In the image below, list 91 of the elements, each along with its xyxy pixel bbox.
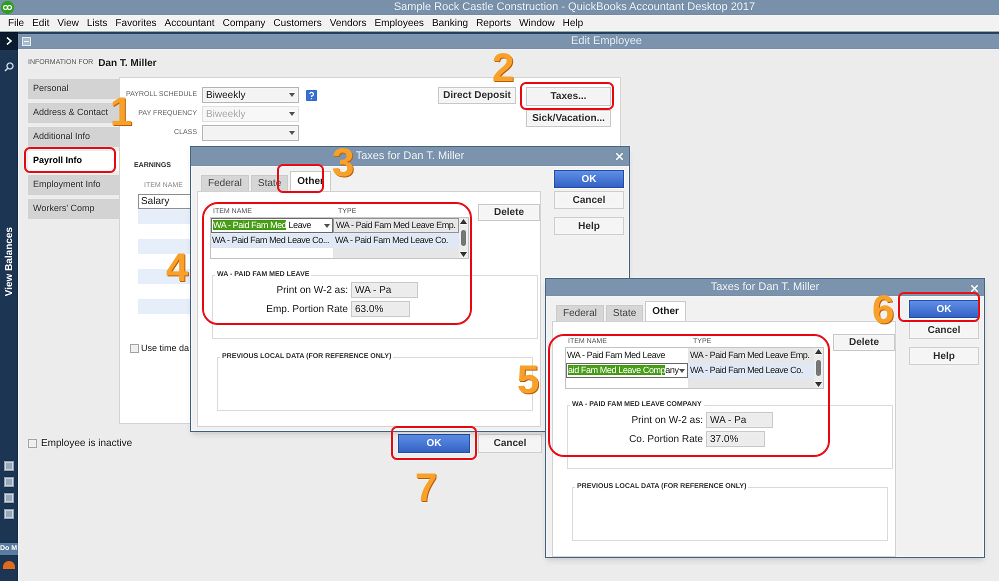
tab[interactable]: Federal <box>201 175 249 191</box>
section-tab[interactable]: Payroll Info <box>28 151 119 171</box>
arrow-down-icon[interactable] <box>815 382 822 387</box>
caret-icon <box>289 112 295 116</box>
chevron-right-icon <box>5 37 13 45</box>
section-tab[interactable]: Additional Info <box>28 127 119 147</box>
table-cell: WA - Paid Fam Med Leave Emp. <box>688 348 814 363</box>
menu-item[interactable]: Reports <box>476 16 512 30</box>
delete-button[interactable]: Delete <box>833 334 895 351</box>
dialog-title: Taxes for Dan T. Miller <box>710 280 820 296</box>
input-field[interactable]: 37.0% <box>706 431 765 447</box>
button[interactable]: Cancel <box>478 434 542 453</box>
menu-item[interactable]: Window <box>519 16 555 30</box>
step-number: 2 <box>492 48 514 88</box>
field-label: Co. Portion Rate <box>628 432 704 446</box>
button[interactable]: OK <box>554 170 624 188</box>
sidebar-label[interactable]: View Balances <box>2 227 16 296</box>
dropdown-field[interactable]: Biweekly <box>202 87 299 103</box>
help-icon[interactable] <box>306 90 317 100</box>
arrow-down-icon[interactable] <box>460 252 467 257</box>
arrow-up-icon[interactable] <box>460 219 467 224</box>
field-label: Print on W-2 as: <box>630 414 704 428</box>
step-number: 5 <box>517 360 540 400</box>
input-field[interactable]: WA - Pa <box>706 412 773 428</box>
dropdown-field[interactable]: WA - Paid Fam Med Leave <box>211 218 333 233</box>
delete-button[interactable]: Delete <box>478 204 540 221</box>
caret-icon <box>289 131 295 135</box>
window-title: Edit Employee <box>571 34 642 50</box>
tab[interactable]: Federal <box>556 305 604 321</box>
field-label: Print on W-2 as: <box>275 284 349 298</box>
caret-icon <box>324 224 330 228</box>
button[interactable]: OK <box>909 300 979 318</box>
logo-icon <box>1 1 14 14</box>
scrollbar[interactable] <box>459 218 468 258</box>
menu-item[interactable]: Employees <box>374 16 424 30</box>
step-number: 7 <box>415 468 438 508</box>
button[interactable]: Cancel <box>554 191 624 209</box>
table-cell: Salary <box>138 194 191 209</box>
checkbox-label: Employee is inactive <box>41 437 132 451</box>
scrollbar[interactable] <box>814 348 823 388</box>
arrow-up-icon[interactable] <box>815 349 822 354</box>
table-cell: WA - Paid Fam Med Leave Co. <box>688 363 814 378</box>
tab[interactable]: State <box>606 305 644 321</box>
button[interactable]: Help <box>554 217 624 235</box>
menu-item[interactable]: Banking <box>432 16 468 30</box>
button[interactable]: OK <box>398 434 470 453</box>
menu-item[interactable]: Vendors <box>330 16 366 30</box>
expand-button[interactable] <box>0 32 18 50</box>
section-tab[interactable]: Personal <box>28 79 119 99</box>
menu-item[interactable]: Help <box>562 16 584 30</box>
close-icon[interactable] <box>971 285 978 292</box>
button[interactable]: Direct Deposit <box>438 87 516 104</box>
list-box-icon[interactable] <box>4 477 14 488</box>
checkbox-label: Use time da <box>141 342 190 355</box>
button[interactable]: Taxes... <box>526 87 611 106</box>
menu-item[interactable]: Lists <box>86 16 108 30</box>
employee-name: Dan T. Miller <box>98 56 157 70</box>
step-number: 6 <box>872 290 894 330</box>
button[interactable]: Help <box>909 347 979 365</box>
menu-item[interactable]: View <box>57 16 79 30</box>
table-cell: WA - Paid Fam Med Leave Emp. <box>333 218 459 233</box>
checkbox[interactable] <box>28 439 37 448</box>
menu-item[interactable]: Customers <box>273 16 322 30</box>
caret-icon <box>679 368 685 372</box>
dialog-title: Taxes for Dan T. Miller <box>356 149 464 164</box>
tab[interactable]: Other <box>645 301 686 321</box>
menu-item[interactable]: Edit <box>32 16 50 30</box>
tab[interactable]: Other <box>290 171 331 191</box>
dropdown-field[interactable]: aid Fam Med Leave Company <box>566 363 688 378</box>
window-title: Sample Rock Castle Construction - QuickBooks Accountant Desktop 2017 <box>394 0 756 16</box>
menu-item[interactable]: Company <box>222 16 266 30</box>
button[interactable]: Sick/Vacation... <box>526 110 611 127</box>
menu-item[interactable]: Accountant <box>164 16 215 30</box>
menu-item[interactable]: File <box>8 16 24 30</box>
table-cell: WA - Paid Fam Med Leave Co... <box>211 233 333 248</box>
dropdown-field: Biweekly <box>202 106 299 122</box>
input-field[interactable]: 63.0% <box>351 301 410 317</box>
button[interactable]: Cancel <box>909 321 979 339</box>
input-field[interactable]: WA - Pa <box>351 282 418 298</box>
dropdown-field[interactable] <box>202 125 299 141</box>
section-tab[interactable]: Employment Info <box>28 175 119 195</box>
step-number: 4 <box>166 248 188 288</box>
section-tab[interactable]: Workers' Comp <box>28 199 119 219</box>
checkbox[interactable] <box>130 344 139 354</box>
search-icon[interactable] <box>4 62 14 72</box>
table-cell: WA - Paid Fam Med Leave Co. <box>333 233 459 248</box>
caret-icon <box>289 93 295 97</box>
app-icon[interactable] <box>3 561 15 570</box>
field-label: Emp. Portion Rate <box>265 302 349 316</box>
menu-item[interactable]: Favorites <box>115 16 157 30</box>
close-icon[interactable] <box>616 153 623 160</box>
